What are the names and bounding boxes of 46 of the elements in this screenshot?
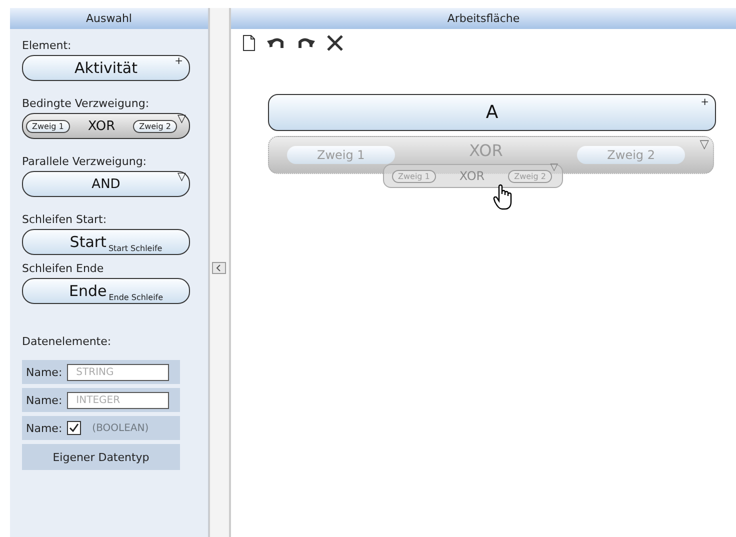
- block-label: Ende: [68, 282, 107, 300]
- block-label: A: [486, 102, 498, 123]
- dropdown-marker: ▽: [550, 162, 558, 173]
- panel-header: Auswahl: [10, 8, 208, 29]
- section-label: Element:: [22, 39, 72, 52]
- field-label: Name:: [26, 366, 62, 378]
- name-field[interactable]: STRING: [67, 364, 170, 380]
- field-label: Name:: [26, 394, 62, 406]
- undo-icon[interactable]: [267, 35, 285, 51]
- palette-block[interactable]: Aktivität +: [22, 55, 190, 81]
- block-marker: +: [700, 97, 709, 108]
- section-label: Datenelemente:: [22, 335, 112, 348]
- block-sublabel: Ende Schleife: [108, 293, 164, 302]
- block-sublabel: Start Schleife: [108, 244, 162, 253]
- block-label: Start: [70, 233, 106, 251]
- branch-pill: Zweig 1: [392, 170, 436, 182]
- field-label: Name:: [26, 422, 62, 434]
- type-hint: (BOOLEAN): [92, 422, 149, 434]
- section-label: Schleifen Start:: [22, 213, 108, 226]
- branch-pill: Zweig 2: [577, 146, 685, 164]
- panel-header: Arbeitsfläche: [231, 8, 736, 29]
- block-marker: +: [174, 56, 183, 67]
- block-label: AND: [92, 176, 120, 192]
- section-label: Parallele Verzweigung:: [22, 155, 148, 168]
- block-label: XOR: [88, 118, 116, 134]
- activity-block[interactable]: A +: [268, 94, 716, 131]
- custom-type-button[interactable]: Eigener Datentyp: [22, 444, 180, 470]
- block-label: Aktivität: [74, 59, 138, 77]
- collapse-icon[interactable]: [212, 262, 226, 274]
- dropdown-marker: ▽: [700, 137, 709, 151]
- branch-pill: Zweig 1: [287, 146, 395, 164]
- block-label: XOR: [469, 140, 503, 160]
- redo-icon[interactable]: [297, 35, 315, 51]
- checkbox[interactable]: [67, 421, 82, 435]
- palette-block[interactable]: AND ▽: [22, 171, 190, 197]
- branch-pill: Zweig 1: [26, 120, 70, 132]
- delete-icon[interactable]: [327, 35, 343, 51]
- new-document-icon[interactable]: [243, 35, 255, 51]
- section-label: Schleifen Ende: [22, 262, 105, 275]
- section-label: Bedingte Verzweigung:: [22, 97, 150, 110]
- block-marker: ▽: [178, 170, 186, 183]
- branch-pill: Zweig 2: [508, 170, 552, 182]
- name-field[interactable]: INTEGER: [67, 392, 170, 408]
- dropdown-marker: ▽: [178, 112, 186, 125]
- xor-block[interactable]: Zweig 1 XOR Zweig 2 ▽: [22, 113, 190, 139]
- branch-pill: Zweig 2: [133, 120, 177, 132]
